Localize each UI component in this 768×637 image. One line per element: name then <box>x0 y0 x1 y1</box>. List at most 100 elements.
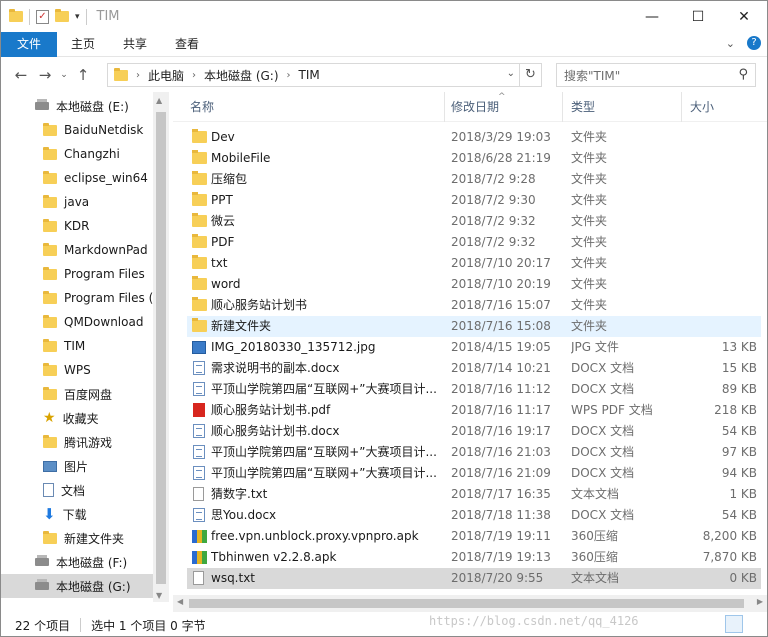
docx-icon <box>193 466 205 480</box>
sidebar-item[interactable]: TIM <box>1 334 153 358</box>
sidebar-item[interactable]: 本地磁盘 (G:) <box>1 574 153 598</box>
folder-icon <box>114 67 128 81</box>
tab-file[interactable]: 文件 <box>1 31 58 57</box>
file-date: 2018/7/16 15:08 <box>451 319 551 333</box>
chevron-right-icon: › <box>286 69 291 81</box>
file-row[interactable]: PDF 2018/7/2 9:32 文件夹 <box>187 232 761 253</box>
file-row[interactable]: txt 2018/7/10 20:17 文件夹 <box>187 253 761 274</box>
search-icon[interactable]: ⚲ <box>738 67 748 82</box>
forward-button[interactable]: → <box>33 66 57 84</box>
file-row[interactable]: 微云 2018/7/2 9:32 文件夹 <box>187 211 761 232</box>
minimize-button[interactable]: — <box>629 1 675 32</box>
file-row[interactable]: IMG_20180330_135712.jpg 2018/4/15 19:05 JP… <box>187 337 761 358</box>
sidebar-item[interactable]: 文档 <box>1 478 153 502</box>
sidebar-item[interactable]: WPS <box>1 358 153 382</box>
sidebar-item[interactable]: ★ 收藏夹 <box>1 406 153 430</box>
sidebar-item[interactable]: 本地磁盘 (E:) <box>1 94 153 118</box>
large-icons-view-button[interactable] <box>745 615 763 633</box>
window-title: TIM <box>96 9 120 24</box>
file-type: 文件夹 <box>571 214 608 228</box>
column-size[interactable]: 大小 <box>683 92 763 122</box>
tab-share[interactable]: 共享 <box>109 32 161 57</box>
file-row[interactable]: 平顶山学院第四届“互联网+”大赛项目计... 2018/7/16 21:03 DOC… <box>187 442 761 463</box>
sidebar-item[interactable]: MarkdownPad <box>1 238 153 262</box>
picture-icon <box>43 460 57 472</box>
sidebar-item[interactable]: Changzhi <box>1 142 153 166</box>
folder-icon <box>192 171 207 185</box>
up-button[interactable]: ↑ <box>71 66 95 84</box>
file-date: 2018/7/16 15:07 <box>451 298 551 312</box>
file-row[interactable]: Dev 2018/3/29 19:03 文件夹 <box>187 127 761 148</box>
file-row[interactable]: 顺心服务站计划书 2018/7/16 15:07 文件夹 <box>187 295 761 316</box>
file-date: 2018/7/10 20:19 <box>451 277 551 291</box>
tab-home[interactable]: 主页 <box>57 32 109 57</box>
breadcrumb-this-pc[interactable]: 此电脑 <box>148 67 184 84</box>
file-row[interactable]: 顺心服务站计划书.docx 2018/7/16 19:17 DOCX 文档 54 KB <box>187 421 761 442</box>
help-icon[interactable]: ? <box>747 36 761 50</box>
file-row[interactable]: 顺心服务站计划书.pdf 2018/7/16 11:17 WPS PDF 文档 218… <box>187 400 761 421</box>
sidebar-item[interactable]: java <box>1 190 153 214</box>
breadcrumb-tim[interactable]: TIM <box>299 68 320 82</box>
sidebar-item[interactable]: 百度网盘 <box>1 382 153 406</box>
breadcrumb-drive-g[interactable]: 本地磁盘 (G:) <box>204 67 279 84</box>
sidebar-item[interactable]: KDR <box>1 214 153 238</box>
chevron-down-icon[interactable]: ⌄ <box>507 68 515 79</box>
details-view-button[interactable] <box>725 615 743 633</box>
maximize-button[interactable]: ☐ <box>675 1 721 32</box>
file-row[interactable]: 猜数字.txt 2018/7/17 16:35 文本文档 1 KB <box>187 484 761 505</box>
sidebar-item-label: eclipse_win64 <box>64 171 148 185</box>
file-row[interactable]: 平顶山学院第四届“互联网+”大赛项目计... 2018/7/16 21:09 DOC… <box>187 463 761 484</box>
folder-icon <box>43 194 57 208</box>
sidebar-item-label: 下载 <box>62 507 87 522</box>
column-name[interactable]: 名称 <box>183 92 443 122</box>
sidebar-item[interactable]: eclipse_win64 <box>1 166 153 190</box>
file-row[interactable]: PPT 2018/7/2 9:30 文件夹 <box>187 190 761 211</box>
file-row[interactable]: word 2018/7/10 20:19 文件夹 <box>187 274 761 295</box>
sidebar-item[interactable]: Program Files <box>1 262 153 286</box>
file-row[interactable]: MobileFile 2018/6/28 21:19 文件夹 <box>187 148 761 169</box>
sidebar-item[interactable]: BaiduNetdisk <box>1 118 153 142</box>
close-button[interactable]: ✕ <box>721 1 767 32</box>
file-row[interactable]: 平顶山学院第四届“互联网+”大赛项目计... 2018/7/16 11:12 DOC… <box>187 379 761 400</box>
address-bar[interactable]: › 此电脑 › 本地磁盘 (G:) › TIM ⌄ ↻ <box>107 63 542 87</box>
sidebar-item[interactable]: ⬇ 下载 <box>1 502 153 526</box>
apk-icon <box>192 551 207 564</box>
scrollbar-thumb[interactable] <box>189 599 744 608</box>
file-date: 2018/3/29 19:03 <box>451 130 551 144</box>
folder-icon <box>43 338 57 352</box>
sidebar-item[interactable]: 腾讯游戏 <box>1 430 153 454</box>
file-row[interactable]: 新建文件夹 2018/7/16 15:08 文件夹 <box>187 316 761 337</box>
file-row[interactable]: 需求说明书的副本.docx 2018/7/14 10:21 DOCX 文档 15 KB <box>187 358 761 379</box>
sidebar-item[interactable]: 新建文件夹 <box>1 526 153 550</box>
file-row[interactable]: 思You.docx 2018/7/18 11:38 DOCX 文档 54 KB <box>187 505 761 526</box>
sidebar-item[interactable]: QMDownload <box>1 310 153 334</box>
file-row[interactable]: free.vpn.unblock.proxy.vpnpro.apk 2018/7/… <box>187 526 761 547</box>
folder-icon <box>43 266 57 280</box>
tab-view[interactable]: 查看 <box>161 32 213 57</box>
docx-icon <box>193 424 205 438</box>
file-type: DOCX 文档 <box>571 445 635 459</box>
file-type: 文件夹 <box>571 193 608 207</box>
sidebar-item[interactable]: 本地磁盘 (F:) <box>1 550 153 574</box>
sidebar-item[interactable]: Program Files ( <box>1 286 153 310</box>
file-date: 2018/6/28 21:19 <box>451 151 551 165</box>
sidebar-item[interactable]: 图片 <box>1 454 153 478</box>
refresh-button[interactable]: ↻ <box>519 64 541 86</box>
horizontal-scrollbar[interactable]: ◀ ▶ <box>173 595 767 612</box>
search-input[interactable]: 搜索"TIM" ⚲ <box>556 63 756 87</box>
back-button[interactable]: ← <box>9 66 33 84</box>
file-row[interactable]: Tbhinwen v2.2.8.apk 2018/7/19 19:13 360压缩 7… <box>187 547 761 568</box>
recent-locations-icon[interactable]: ⌄ <box>57 70 71 80</box>
expand-ribbon-icon[interactable]: ⌄ <box>726 37 735 50</box>
sidebar-item-label: Program Files ( <box>64 291 153 305</box>
sidebar-scrollbar[interactable]: ▲ ▼ <box>153 92 169 602</box>
file-row[interactable]: 压缩包 2018/7/2 9:28 文件夹 <box>187 169 761 190</box>
new-folder-icon[interactable] <box>55 9 69 22</box>
scrollbar-thumb[interactable] <box>156 112 166 584</box>
column-type[interactable]: 类型 <box>564 92 682 122</box>
properties-icon[interactable]: ✓ <box>36 9 49 24</box>
column-date[interactable]: 修改日期 <box>444 92 562 122</box>
file-row[interactable]: wsq.txt 2018/7/20 9:55 文本文档 0 KB <box>187 568 761 589</box>
customize-toolbar-icon[interactable]: ▾ <box>75 12 80 22</box>
sidebar-item-label: 腾讯游戏 <box>64 435 113 450</box>
